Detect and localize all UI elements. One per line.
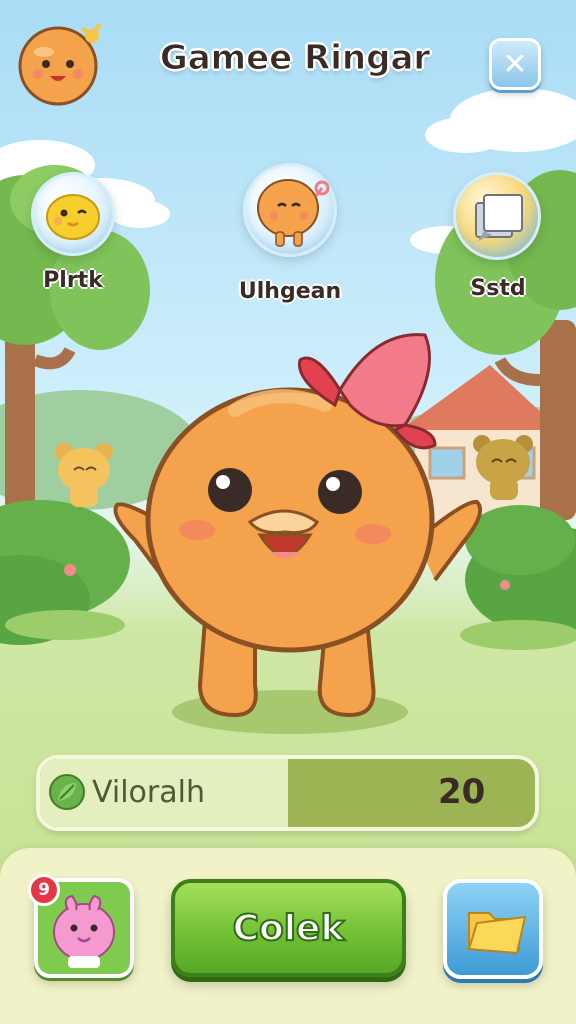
- leaf-icon: [49, 774, 85, 810]
- card-stack-icon: [475, 194, 523, 241]
- main-pet-character[interactable]: [105, 330, 495, 750]
- slot-3-label: Sstd: [470, 276, 526, 301]
- collect-button-label: Colek: [232, 907, 346, 950]
- slot-3-button[interactable]: [453, 172, 541, 260]
- slot-2-button[interactable]: [243, 163, 337, 257]
- slot-2-label: Ulhgean: [238, 279, 342, 304]
- player-avatar[interactable]: [16, 18, 106, 108]
- folder-button[interactable]: [443, 879, 543, 979]
- notification-badge: 9: [28, 874, 60, 906]
- close-button[interactable]: ✕: [489, 38, 541, 90]
- progress-value: 20: [438, 772, 486, 812]
- slot-1-label: Plrtk: [43, 268, 103, 293]
- orange-pet-icon: [257, 179, 330, 247]
- game-screen: Gamee Ringar ✕ Plrtk Ulhgean Sstd Vilora…: [0, 0, 576, 1024]
- yellow-chick-icon: [46, 194, 100, 240]
- collect-button[interactable]: Colek: [171, 879, 406, 977]
- folder-icon: [467, 912, 527, 955]
- slot-1-button[interactable]: [31, 172, 115, 256]
- progress-label: Viloralh: [92, 775, 205, 810]
- game-title: Gamee Ringar: [159, 38, 431, 79]
- close-icon: ✕: [502, 46, 528, 82]
